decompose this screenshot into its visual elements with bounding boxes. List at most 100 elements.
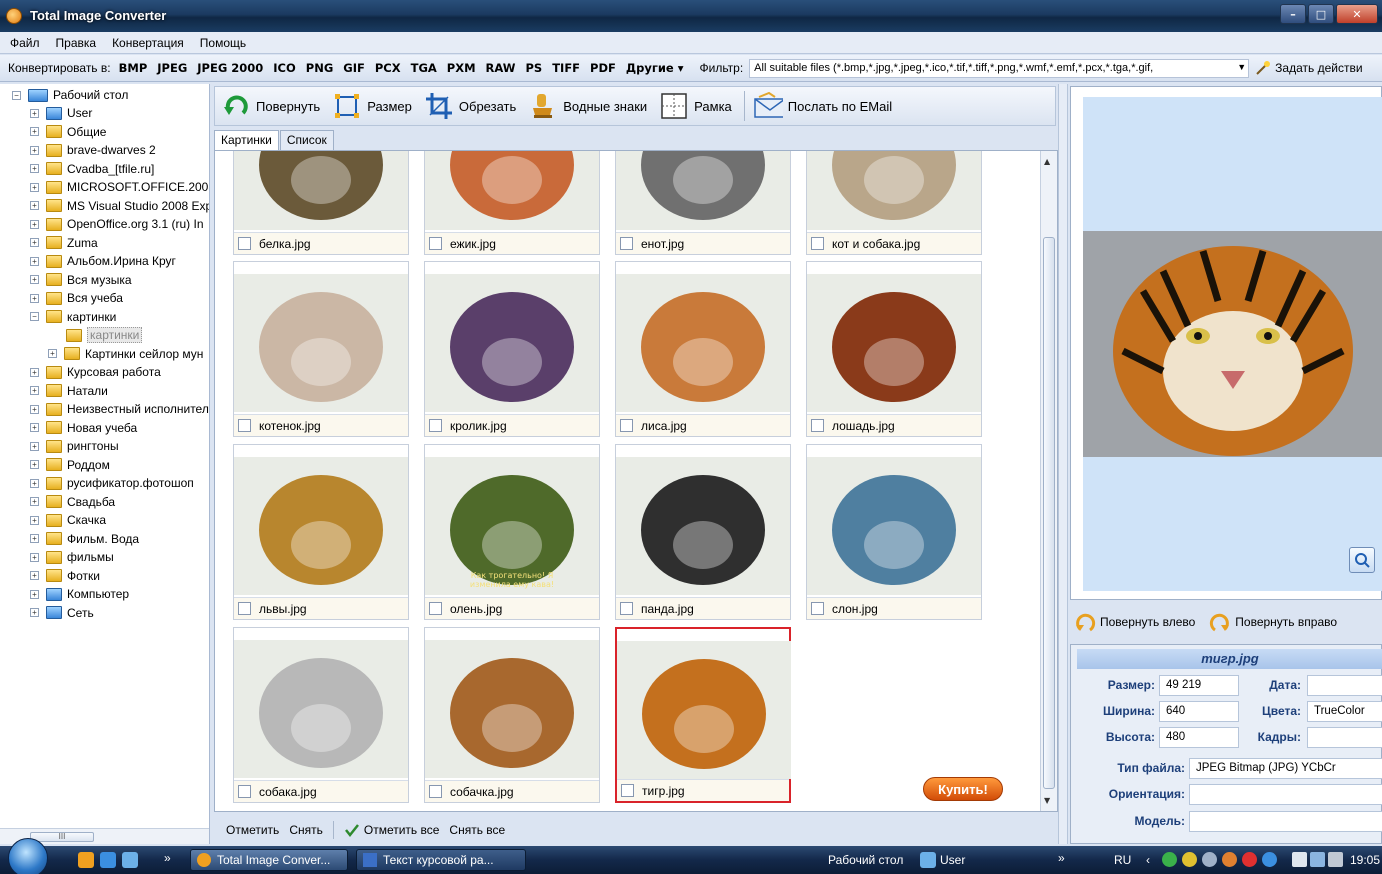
format-ps[interactable]: PS [525,61,542,75]
tray-app-icon[interactable] [1202,852,1217,867]
tray-expand-icon[interactable]: ‹ [1146,853,1150,867]
tree-item[interactable]: + Новая учеба [30,419,137,437]
tree-item[interactable]: + фильмы [30,548,114,566]
tree-item[interactable]: + OpenOffice.org 3.1 (ru) In [30,215,204,233]
tree-item[interactable]: + Роддом [30,456,110,474]
rotate-right-button[interactable]: Повернуть вправо [1209,611,1337,633]
internet-explorer-icon[interactable] [100,852,116,868]
select-checkbox[interactable] [238,602,251,615]
select-checkbox[interactable] [811,237,824,250]
expand-icon[interactable]: + [30,552,39,562]
select-checkbox[interactable] [620,419,633,432]
expand-icon[interactable]: + [30,164,39,173]
tree-root[interactable]: − Рабочий стол [12,86,128,104]
elephant-photo[interactable] [807,445,981,595]
tray-app-icon[interactable] [1222,852,1237,867]
puppy-photo[interactable] [425,628,599,778]
zoom-button[interactable] [1349,547,1375,573]
menu-file[interactable]: Файл [10,36,40,50]
format-tiff[interactable]: TIFF [552,61,580,75]
select-checkbox[interactable] [620,602,633,615]
start-button[interactable] [8,838,48,874]
resize-button[interactable]: Размер [332,91,412,121]
tray-app-icon[interactable] [1242,852,1257,867]
tree-item[interactable]: + Свадьба [30,493,115,511]
user-toolbar-label[interactable]: User [940,853,965,867]
rotate-button[interactable]: Повернуть [221,91,320,121]
network-icon[interactable] [1310,852,1325,867]
collapse-icon[interactable]: − [12,90,21,100]
language-indicator[interactable]: RU [1114,853,1131,867]
format-gif[interactable]: GIF [343,61,365,75]
expand-icon[interactable]: + [30,108,39,118]
format-pdf[interactable]: PDF [590,61,616,75]
thumbnail-item[interactable]: Как трогательно! Я изменила ему кава! оле… [424,444,600,620]
tree-item[interactable]: − картинки [30,308,116,326]
thumbnail-item[interactable]: кот и собака.jpg [806,151,982,255]
expand-icon[interactable]: + [30,571,39,580]
thumbnail-item[interactable]: собака.jpg [233,627,409,803]
tree-item[interactable]: + brave-dwarves 2 [30,141,156,159]
thumbnail-item[interactable]: лиса.jpg [615,261,791,437]
tab-pictures[interactable]: Картинки [214,130,279,150]
expand-icon[interactable]: + [30,404,39,414]
expand-icon[interactable]: + [30,145,39,155]
tree-item[interactable]: + рингтоны [30,437,119,455]
tiger-photo[interactable] [617,629,791,779]
tree-item[interactable]: + User [30,104,92,122]
crop-button[interactable]: Обрезать [424,91,516,121]
thumbnail-item[interactable]: собачка.jpg [424,627,600,803]
task-word-document[interactable]: Текст курсовой ра... [356,849,526,871]
desktop-toolbar-label[interactable]: Рабочий стол [828,853,903,867]
tree-item[interactable]: + MICROSOFT.OFFICE.2003 [30,178,209,196]
format-tga[interactable]: TGA [411,61,437,75]
lions-photo[interactable] [234,445,408,595]
thumbnail-item[interactable]: львы.jpg [233,444,409,620]
scroll-thumb[interactable] [1043,237,1055,789]
expand-icon[interactable]: + [30,460,39,469]
tab-list[interactable]: Список [279,130,334,150]
desktop-icon[interactable] [122,852,138,868]
tree-item[interactable]: + Неизвестный исполнител [30,400,209,418]
pane-splitter[interactable] [1058,84,1068,844]
select-checkbox[interactable] [429,419,442,432]
format-jpeg[interactable]: JPEG [157,61,187,75]
tree-item[interactable]: + Общие [30,123,106,141]
menu-help[interactable]: Помощь [200,36,246,50]
grid-vertical-scrollbar[interactable]: ▲ ▼ [1040,151,1057,811]
set-action-button[interactable]: Задать действи [1255,60,1363,76]
tree-item[interactable]: картинки [50,326,143,344]
expand-icon[interactable]: + [30,367,39,377]
expand-icon[interactable]: + [30,293,39,303]
tray-app-icon[interactable] [1162,852,1177,867]
tree-item[interactable]: + MS Visual Studio 2008 Expr [30,197,209,215]
media-icon[interactable] [78,852,94,868]
format-pxm[interactable]: PXM [447,61,476,75]
thumbnail-item[interactable]: ежик.jpg [424,151,600,255]
unmark-button[interactable]: Снять [289,823,323,837]
tree-item[interactable]: + Натали [30,382,108,400]
thumbnail-item[interactable]: панда.jpg [615,444,791,620]
tree-item[interactable]: + Картинки сейлор мун [48,345,203,363]
raccoon-photo[interactable] [616,151,790,230]
thumbnail-item[interactable]: котенок.jpg [233,261,409,437]
frame-button[interactable]: Рамка [659,91,732,121]
format-jpeg2000[interactable]: JPEG 2000 [197,61,263,75]
select-checkbox[interactable] [429,602,442,615]
select-checkbox[interactable] [238,419,251,432]
tree-item[interactable]: + Фотки [30,567,100,585]
kitten-photo[interactable] [234,262,408,412]
thumbnail-item[interactable]: лошадь.jpg [806,261,982,437]
tree-item[interactable]: + русификатор.фотошоп [30,474,194,492]
expand-icon[interactable]: + [30,256,39,266]
select-checkbox[interactable] [238,785,251,798]
tree-item[interactable]: + Компьютер [30,585,129,603]
deer-photo[interactable]: Как трогательно! Я изменила ему кава! [425,445,599,595]
expand-icon[interactable]: + [30,534,39,543]
tree-item[interactable]: + Альбом.Ирина Круг [30,252,176,270]
expand-icon[interactable]: + [30,127,39,136]
scroll-thumb[interactable]: III [30,832,94,842]
select-checkbox[interactable] [620,237,633,250]
expand-icon[interactable]: + [30,478,39,488]
menu-convert[interactable]: Конвертация [112,36,184,50]
